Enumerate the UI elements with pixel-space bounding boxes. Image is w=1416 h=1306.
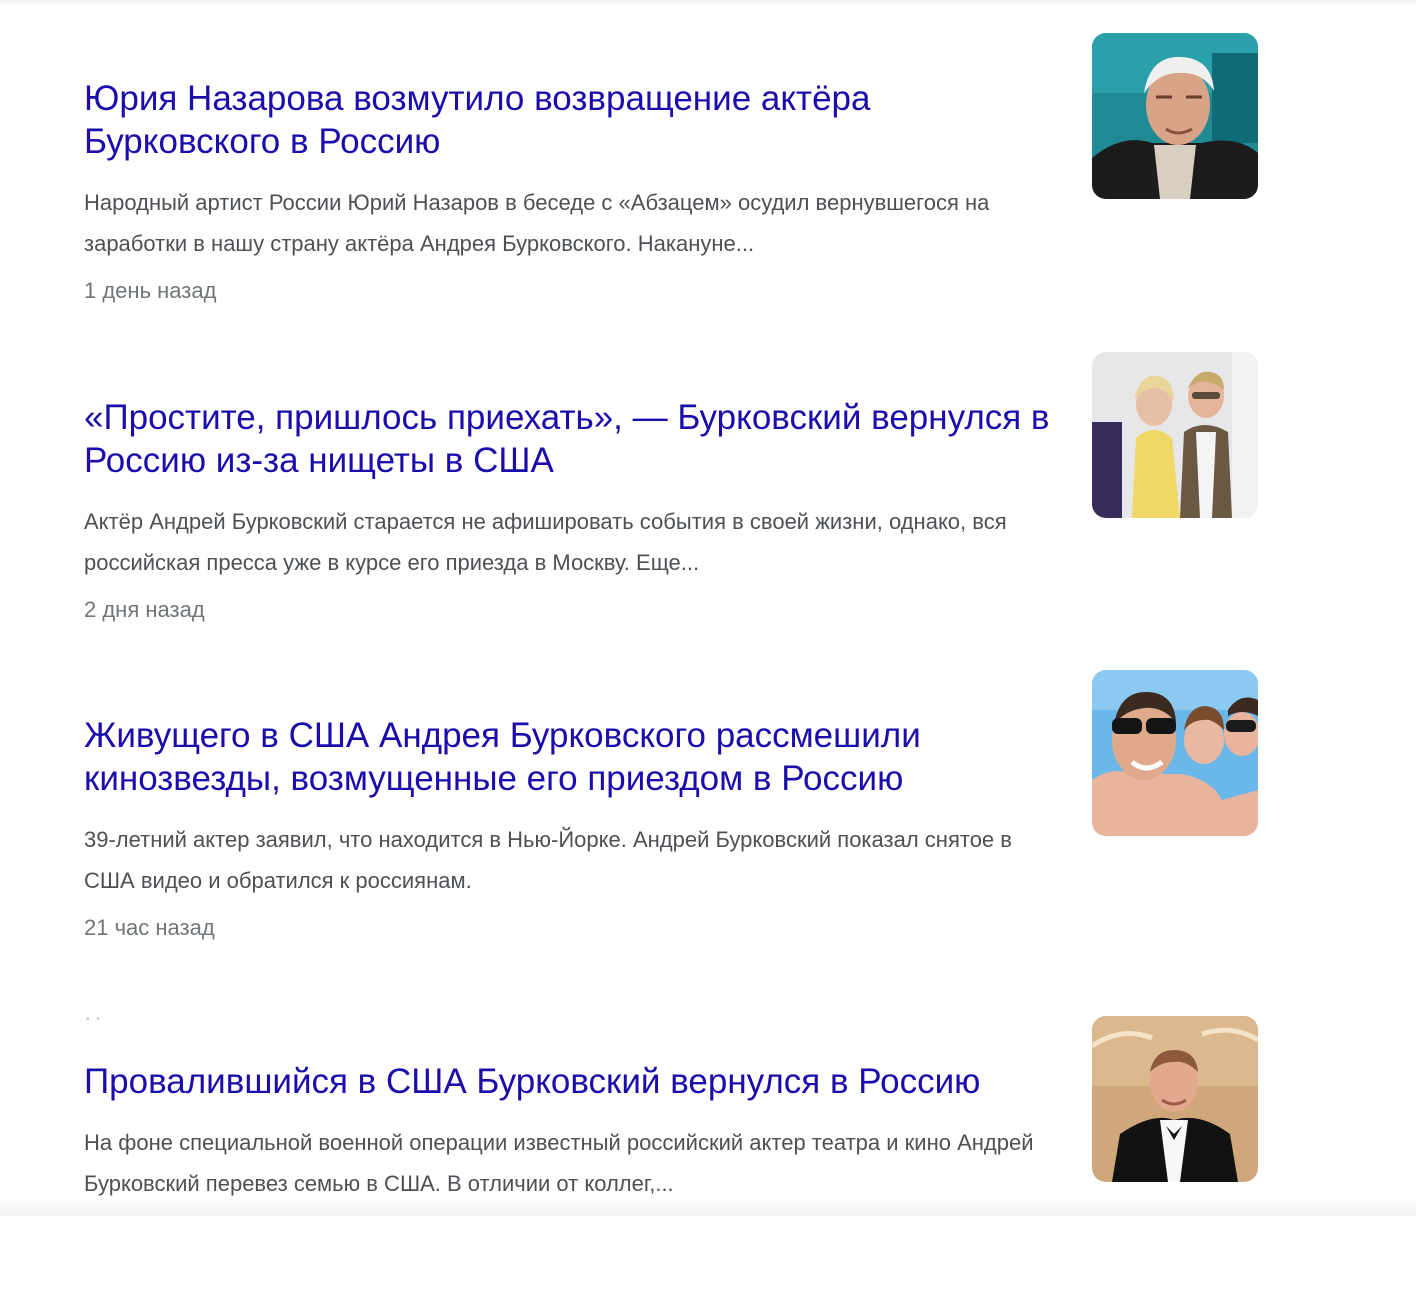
family-selfie-image [1092, 670, 1258, 836]
news-snippet: Актёр Андрей Бурковский старается не афи… [84, 509, 1007, 575]
news-card-text: «Простите, пришлось приехать», — Бурковс… [84, 396, 1064, 625]
news-card-text: Живущего в США Андрея Бурковского рассме… [84, 714, 1064, 943]
news-card: Живущего в США Андрея Бурковского рассме… [84, 670, 1258, 960]
old-man-portrait-image [1092, 33, 1258, 199]
news-headline-link[interactable]: «Простите, пришлось приехать», — Бурковс… [84, 396, 1064, 482]
news-headline-link[interactable]: Юрия Назарова возмутило возвращение актё… [84, 77, 1064, 163]
news-headline-link[interactable]: Живущего в США Андрея Бурковского рассме… [84, 714, 1064, 800]
news-thumbnail-couple[interactable] [1092, 352, 1258, 518]
news-timestamp: 21 час назад [84, 915, 215, 940]
top-edge-shadow [0, 0, 1416, 6]
news-headline-link[interactable]: Провалившийся в США Бурковский вернулся … [84, 1060, 1064, 1103]
news-snippet: На фоне специальной военной операции изв… [84, 1130, 1034, 1196]
bottom-edge-fade [0, 1196, 1416, 1216]
news-card-text: Юрия Назарова возмутило возвращение актё… [84, 77, 1064, 306]
news-snippet: 39-летний актер заявил, что находится в … [84, 827, 1012, 893]
news-thumbnail-old-man[interactable] [1092, 33, 1258, 199]
news-thumbnail-tuxedo[interactable] [1092, 1016, 1258, 1182]
news-timestamp: 1 день назад [84, 278, 217, 303]
news-snippet: Народный артист России Юрий Назаров в бе… [84, 190, 990, 256]
news-card: Юрия Назарова возмутило возвращение актё… [84, 33, 1258, 323]
news-card-text: Провалившийся в США Бурковский вернулся … [84, 1060, 1064, 1204]
news-card: Провалившийся в США Бурковский вернулся … [84, 1016, 1258, 1306]
man-in-tuxedo-image [1092, 1016, 1258, 1182]
couple-red-carpet-image [1092, 352, 1258, 518]
news-timestamp: 2 дня назад [84, 597, 205, 622]
news-card: «Простите, пришлось приехать», — Бурковс… [84, 352, 1258, 642]
news-thumbnail-selfie[interactable] [1092, 670, 1258, 836]
